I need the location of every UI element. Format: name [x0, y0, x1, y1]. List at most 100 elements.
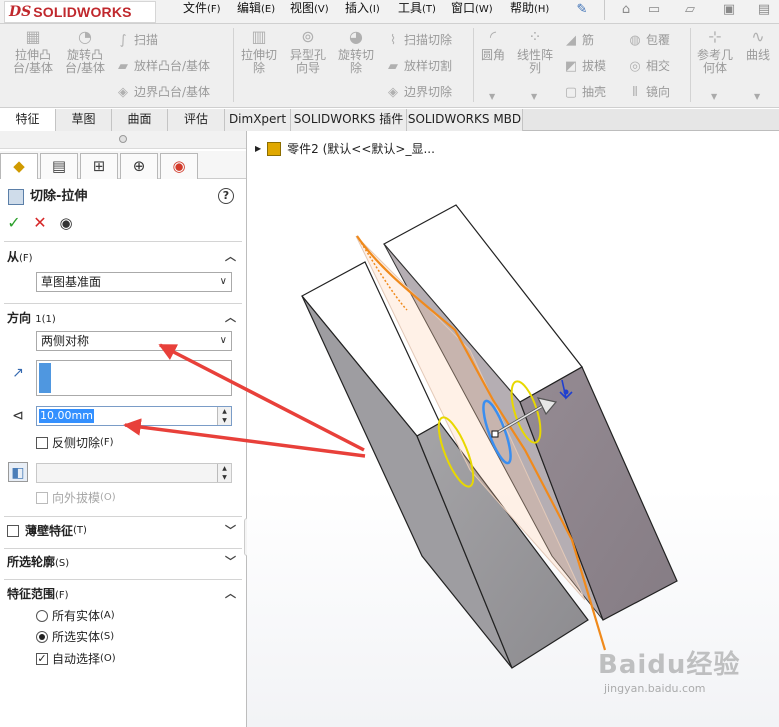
tab-evaluate[interactable]: 评估 — [168, 109, 225, 131]
solidworks-logo[interactable]: DS SOLIDWORKS — [4, 1, 156, 23]
dimxpert-manager-tab-icon[interactable]: ⊕ — [120, 153, 158, 179]
depth-spinner[interactable]: ▲ ▼ — [217, 407, 231, 425]
fillet-dropdown-icon[interactable]: ▼ — [489, 92, 495, 101]
panel-splitter[interactable] — [0, 131, 246, 149]
lofted-cut-button[interactable]: ▰ 放样切割 — [384, 56, 452, 76]
direction-arrow-icon[interactable]: ↗ — [8, 363, 28, 383]
curves-icon: ∿ — [751, 27, 765, 46]
radio-button[interactable] — [36, 610, 48, 622]
radio-button[interactable] — [36, 631, 48, 643]
from-start-condition-select[interactable]: 草图基准面 ∨ — [36, 272, 232, 292]
swept-cut-button[interactable]: ⌇ 扫描切除 — [384, 30, 452, 50]
new-document-icon[interactable]: ▭ — [645, 2, 663, 18]
menu-edit[interactable]: 编辑(E) — [237, 0, 275, 18]
collapse-chevron-icon[interactable]: ︿ — [225, 246, 236, 268]
linear-pattern-button[interactable]: ⁘ 线性阵列 — [512, 28, 558, 75]
mirror-button[interactable]: ⫴ 镜向 — [626, 82, 670, 102]
tab-dimxpert[interactable]: DimXpert — [225, 109, 291, 131]
checkbox-box[interactable]: ✓ — [36, 653, 48, 665]
display-manager-tab-icon[interactable]: ◉ — [160, 153, 198, 179]
menu-insert[interactable]: 插入(I) — [345, 0, 380, 18]
reference-geometry-icon: ⊹ — [708, 27, 722, 46]
pin-icon[interactable]: ✎ — [573, 2, 591, 18]
fillet-button[interactable]: ◜ 圆角 — [478, 28, 508, 62]
divider — [4, 303, 242, 304]
loft-boss-button[interactable]: ▰ 放样凸台/基体 — [114, 56, 210, 76]
menu-file[interactable]: 文件(F) — [183, 0, 221, 18]
save-icon[interactable]: ▣ — [720, 2, 738, 18]
shell-button[interactable]: ▢ 抽壳 — [562, 82, 606, 102]
cancel-x-icon[interactable]: ✕ — [31, 214, 49, 232]
command-tabs: 特征 草图 曲面 评估 DimXpert SOLIDWORKS 插件 SOLID… — [0, 109, 779, 131]
from-group-header[interactable]: 从(F) ︿ — [0, 246, 246, 268]
splitter-grip-icon — [119, 135, 127, 143]
collapse-chevron-icon[interactable]: ︿ — [225, 583, 236, 605]
revolve-boss-icon: ◔ — [78, 27, 92, 46]
menu-window[interactable]: 窗口(W) — [451, 0, 493, 18]
thin-feature-checkbox[interactable] — [7, 525, 19, 537]
wrap-button[interactable]: ◍ 包覆 — [626, 30, 670, 50]
divider — [4, 548, 242, 549]
hole-wizard-icon: ⊚ — [301, 27, 315, 46]
loft-icon: ▰ — [118, 59, 128, 74]
selected-bodies-radio[interactable]: 所选实体 (S) — [36, 628, 114, 646]
hole-wizard-button[interactable]: ⊚ 异型孔向导 — [286, 28, 330, 75]
flip-side-to-cut-checkbox[interactable]: 反侧切除 (F) — [36, 434, 114, 452]
extrude-boss-button[interactable]: ▦ 拉伸凸台/基体 — [10, 28, 56, 75]
tab-features[interactable]: 特征 — [0, 109, 56, 131]
all-bodies-radio[interactable]: 所有实体 (A) — [36, 607, 115, 625]
curves-button[interactable]: ∿ 曲线 — [742, 28, 774, 62]
direction1-group-header[interactable]: 方向 1(1) ︿ — [0, 307, 246, 329]
property-manager-tab-icon[interactable]: ▤ — [40, 153, 78, 179]
tab-surfaces[interactable]: 曲面 — [112, 109, 168, 131]
menu-help[interactable]: 帮助(H) — [510, 0, 549, 18]
menu-view[interactable]: 视图(V) — [290, 0, 329, 18]
boundary-cut-button[interactable]: ◈ 边界切除 — [384, 82, 452, 102]
help-icon[interactable]: ? — [218, 188, 234, 204]
revolve-boss-button[interactable]: ◔ 旋转凸台/基体 — [62, 28, 108, 75]
expand-chevron-icon[interactable]: ﹀ — [225, 551, 236, 573]
checkbox-box[interactable] — [36, 437, 48, 449]
revolve-cut-button[interactable]: ◕ 旋转切除 — [334, 28, 378, 75]
manager-tabs: ◆ ▤ ⊞ ⊕ ◉ — [0, 151, 246, 179]
intersect-button[interactable]: ◎ 相交 — [626, 56, 670, 76]
direction-selection-box[interactable] — [36, 360, 232, 396]
tab-mbd[interactable]: SOLIDWORKS MBD — [407, 109, 523, 131]
expand-chevron-icon[interactable]: ﹀ — [225, 520, 236, 542]
reference-geometry-button[interactable]: ⊹ 参考几何体 — [694, 28, 736, 75]
expand-triangle-icon[interactable]: ▶ — [255, 140, 261, 158]
feature-manager-tab-icon[interactable]: ◆ — [0, 153, 38, 179]
print-icon[interactable]: ▤ — [755, 2, 773, 18]
separator — [604, 0, 605, 20]
ok-check-icon[interactable]: ✓ — [5, 214, 23, 232]
tab-addins[interactable]: SOLIDWORKS 插件 — [291, 109, 407, 131]
sweep-button[interactable]: ∫ 扫描 — [114, 30, 158, 50]
linear-pattern-icon: ⁘ — [528, 27, 542, 46]
tab-sketch[interactable]: 草图 — [56, 109, 112, 131]
graphics-area[interactable]: ▶ 零件2 (默认<<默认>_显... — [247, 131, 779, 727]
curves-dropdown-icon[interactable]: ▼ — [754, 92, 760, 101]
end-condition-select[interactable]: 两侧对称 ∨ — [36, 331, 232, 351]
selected-contours-group-header[interactable]: 所选轮廓(S) ﹀ — [0, 551, 246, 573]
pattern-dropdown-icon[interactable]: ▼ — [531, 92, 537, 101]
property-manager: ◆ ▤ ⊞ ⊕ ◉ 切除-拉伸 ? ✓ ✕ ◉ 从(F) ︿ 草图基准面 ∨ 方… — [0, 131, 247, 727]
open-folder-icon[interactable]: ▱ — [681, 2, 699, 18]
rib-button[interactable]: ◢ 筋 — [562, 30, 594, 50]
intersect-icon: ◎ — [629, 59, 641, 74]
feature-scope-group-header[interactable]: 特征范围(F) ︿ — [0, 583, 246, 605]
draft-button[interactable]: ◩ 拔模 — [562, 56, 606, 76]
preview-eye-icon[interactable]: ◉ — [57, 214, 75, 232]
depth-input[interactable]: 10.00mm ▲ ▼ — [36, 406, 232, 426]
configuration-manager-tab-icon[interactable]: ⊞ — [80, 153, 118, 179]
extrude-cut-button[interactable]: ▥ 拉伸切除 — [238, 28, 280, 75]
draft-toggle-icon[interactable]: ◧ — [8, 462, 28, 482]
menu-tools[interactable]: 工具(T) — [398, 0, 436, 18]
auto-select-checkbox[interactable]: ✓ 自动选择 (O) — [36, 650, 116, 668]
home-icon[interactable]: ⌂ — [617, 2, 635, 18]
reference-dropdown-icon[interactable]: ▼ — [711, 92, 717, 101]
collapse-chevron-icon[interactable]: ︿ — [225, 307, 236, 329]
lofted-cut-icon: ▰ — [388, 59, 398, 74]
flyout-tree-item[interactable]: ▶ 零件2 (默认<<默认>_显... — [255, 140, 435, 158]
thin-feature-group-header[interactable]: 薄壁特征 (T) ﹀ — [0, 520, 246, 542]
boundary-boss-button[interactable]: ◈ 边界凸台/基体 — [114, 82, 210, 102]
